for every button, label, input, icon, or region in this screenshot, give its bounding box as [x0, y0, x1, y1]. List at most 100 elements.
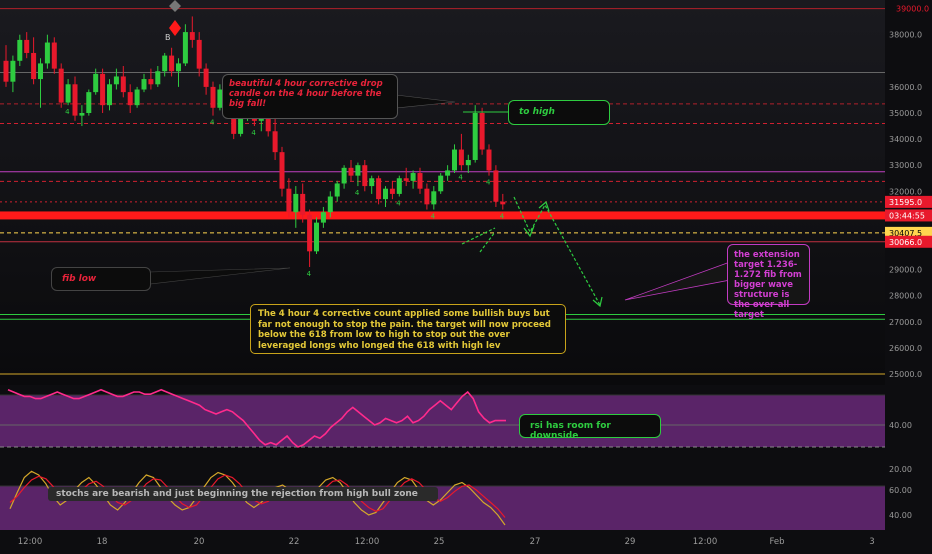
price-tick-label: 29000.0: [889, 266, 922, 275]
time-tick-label: 22: [289, 537, 300, 547]
time-tick-label: 25: [434, 537, 445, 547]
price-tick-label: 28000.0: [889, 292, 922, 301]
candle-body: [320, 212, 326, 223]
candle-body: [113, 76, 119, 85]
candle-body: [65, 84, 71, 103]
stoch-tick-label: 40.00: [889, 511, 912, 520]
candle-body: [169, 55, 175, 72]
candle-body: [452, 149, 457, 171]
candle-body: [431, 191, 437, 205]
extension-target-note: the extension target 1.236-1.272 fib fro…: [727, 244, 810, 320]
candle-body: [307, 214, 313, 252]
candle-body: [3, 60, 9, 82]
time-axis-bar: [0, 532, 932, 550]
stoch-tick-label: 60.00: [889, 486, 912, 495]
candle-body: [155, 71, 161, 85]
corrective-count-note: The 4 hour 4 corrective count applied so…: [250, 304, 566, 354]
to-high-note-text: to high: [519, 107, 555, 117]
candle-body: [107, 84, 112, 106]
candle-body: [279, 152, 285, 189]
price-band-7: [0, 211, 885, 220]
time-tick-label: 12:00: [693, 537, 718, 547]
candle-body: [44, 42, 50, 64]
candle-body: [134, 89, 140, 106]
candle-body: [500, 201, 506, 205]
candle-body: [472, 113, 478, 160]
price-tick-label: 32000.0: [889, 187, 922, 196]
time-tick-label: 12:00: [18, 537, 43, 547]
signal-marker-label: B: [165, 33, 171, 42]
candle-body: [486, 149, 492, 171]
candle-body: [86, 92, 92, 113]
candle-body: [189, 32, 195, 40]
stoch-note: stochs are bearish and just beginning th…: [48, 487, 438, 501]
price-tick-label: 26000.0: [889, 344, 922, 353]
time-tick-label: 18: [97, 537, 108, 547]
candle-body: [141, 79, 147, 90]
candle-body: [314, 222, 319, 252]
candle-body: [327, 196, 333, 213]
candle-body: [376, 178, 382, 200]
candle-body: [493, 170, 499, 202]
candle-body: [355, 165, 361, 176]
candle-body: [465, 159, 471, 166]
candle-body: [479, 113, 485, 150]
candle-body: [72, 84, 78, 116]
price-tag-label: 30066.0: [889, 238, 922, 247]
candle-body: [383, 188, 388, 200]
candle-body: [196, 39, 202, 69]
candle-body: [210, 86, 216, 108]
candle-body: [162, 55, 168, 72]
candle-body: [334, 183, 340, 197]
candle-body: [17, 39, 23, 61]
candle-body: [93, 73, 99, 93]
candle-body: [403, 178, 409, 181]
time-tick-label: 29: [625, 537, 636, 547]
price-tag-label: 31595.0: [889, 198, 922, 207]
stoch-note-text: stochs are bearish and just beginning th…: [56, 489, 418, 499]
price-tag-label: 03:44:55: [889, 211, 925, 220]
time-tick-label: 27: [530, 537, 541, 547]
time-tick-label: 3: [869, 537, 874, 547]
candle-count-label: 4: [396, 200, 401, 208]
candle-body: [51, 42, 57, 69]
candle-count-label: 4: [486, 179, 491, 187]
candle-body: [362, 165, 368, 187]
candle-body: [58, 68, 64, 103]
candle-body: [458, 149, 464, 166]
candle-body: [120, 76, 126, 93]
candle-body: [24, 39, 30, 53]
rsi-note: rsi has room for downside: [519, 414, 661, 441]
price-tick-label: 35000.0: [889, 109, 922, 118]
drop-candle-note: beautiful 4 hour corrective drop candle …: [222, 74, 398, 119]
candle-body: [100, 73, 106, 106]
chart-stage: 4 4 4 4 4 4 4 4 4 4 B 36000.0 35000.0 34000.0 33000.0…: [0, 0, 932, 550]
candle-body: [424, 188, 430, 205]
price-tick-label: 27000.0: [889, 318, 922, 327]
price-tick-label: 33000.0: [889, 161, 922, 170]
candle-body: [10, 60, 16, 82]
candle-body: [182, 32, 188, 64]
candle-count-label: 4: [210, 119, 215, 127]
rsi-tick-label: 40.00: [889, 421, 912, 430]
candle-body: [438, 175, 444, 192]
price-tick-label: 36000.0: [889, 83, 922, 92]
candle-count-label: 4: [458, 173, 463, 181]
candle-count-label: 4: [251, 129, 256, 137]
candle-count-label: 4: [500, 213, 505, 221]
candle-body: [127, 92, 133, 106]
candle-body: [272, 131, 278, 153]
candle-body: [176, 63, 181, 72]
candle-count-label: 4: [431, 213, 436, 221]
drop-candle-note-text: beautiful 4 hour corrective drop candle …: [229, 79, 383, 109]
candle-count-label: 4: [307, 270, 312, 278]
price-tick-label: 39000.0: [896, 5, 929, 14]
time-tick-label: Feb: [769, 537, 784, 547]
candle-body: [148, 79, 154, 85]
candle-body: [389, 188, 395, 194]
to-high-note: to high: [508, 100, 610, 125]
candle-body: [293, 193, 299, 213]
candle-body: [396, 178, 402, 194]
candle-body: [417, 173, 423, 189]
candle-body: [410, 173, 416, 181]
